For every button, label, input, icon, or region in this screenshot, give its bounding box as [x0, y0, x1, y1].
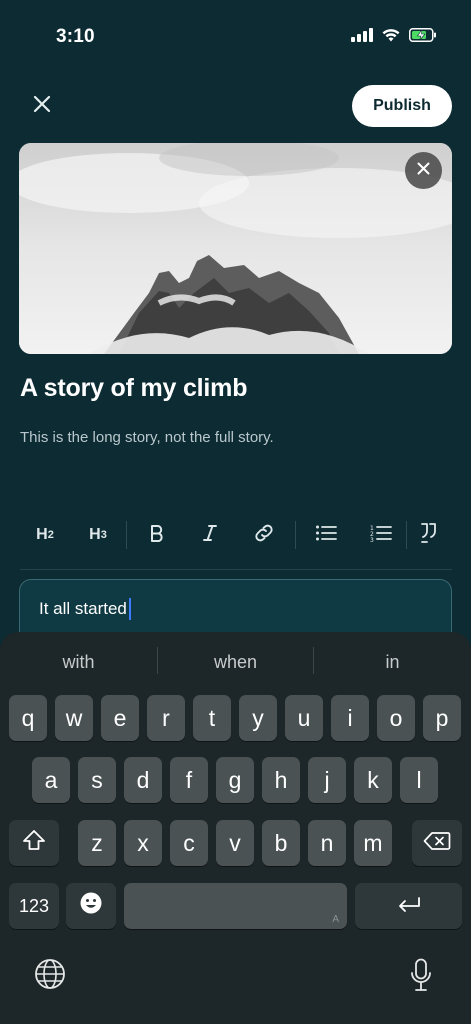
key-i[interactable]: i — [331, 695, 369, 741]
dictation-button[interactable] — [405, 958, 437, 996]
backspace-icon — [423, 830, 451, 857]
close-button[interactable] — [22, 86, 62, 126]
status-time: 3:10 — [56, 26, 95, 47]
key-n[interactable]: n — [308, 820, 346, 866]
battery-charging-icon — [409, 28, 437, 47]
publish-button[interactable]: Publish — [352, 85, 452, 127]
suggestion-3[interactable]: in — [314, 648, 471, 676]
emoji-icon — [79, 891, 103, 921]
formatting-toolbar: H2 H3 123 — [20, 514, 454, 556]
editor-text: It all started — [39, 599, 127, 618]
suggestion-2[interactable]: when — [158, 648, 313, 676]
key-v[interactable]: v — [216, 820, 254, 866]
bold-button[interactable] — [127, 514, 187, 556]
italic-icon — [202, 524, 218, 547]
wifi-icon — [381, 28, 401, 47]
story-subtitle[interactable]: This is the long story, not the full sto… — [20, 429, 274, 446]
text-caret — [128, 598, 131, 620]
shift-icon — [22, 829, 46, 857]
globe-icon — [34, 958, 66, 995]
key-l[interactable]: l — [400, 757, 438, 803]
toolbar-divider-line — [20, 569, 452, 570]
key-z[interactable]: z — [78, 820, 116, 866]
svg-text:3: 3 — [370, 537, 374, 542]
remove-cover-button[interactable] — [405, 152, 442, 189]
quote-icon — [420, 522, 438, 549]
quote-button[interactable] — [407, 514, 451, 556]
link-icon — [253, 522, 275, 549]
key-w[interactable]: w — [55, 695, 93, 741]
space-hint: A — [332, 914, 339, 925]
editor-content[interactable]: It all started — [39, 598, 131, 620]
bullet-list-icon — [315, 524, 337, 547]
emoji-key[interactable] — [66, 883, 116, 929]
key-e[interactable]: e — [101, 695, 139, 741]
close-icon — [417, 162, 430, 180]
key-u[interactable]: u — [285, 695, 323, 741]
key-g[interactable]: g — [216, 757, 254, 803]
microphone-icon — [410, 958, 432, 997]
key-d[interactable]: d — [124, 757, 162, 803]
key-m[interactable]: m — [354, 820, 392, 866]
numbers-key[interactable]: 123 — [9, 883, 59, 929]
key-r[interactable]: r — [147, 695, 185, 741]
heading-2-button[interactable]: H2 — [20, 514, 70, 556]
suggestion-1[interactable]: with — [0, 648, 157, 676]
close-icon — [33, 95, 51, 118]
shift-key[interactable] — [9, 820, 59, 866]
key-a[interactable]: a — [32, 757, 70, 803]
key-p[interactable]: p — [423, 695, 461, 741]
numbered-list-icon: 123 — [370, 524, 392, 547]
key-t[interactable]: t — [193, 695, 231, 741]
cover-image — [19, 143, 452, 354]
bullet-list-button[interactable] — [296, 514, 356, 556]
link-button[interactable] — [233, 514, 295, 556]
key-x[interactable]: x — [124, 820, 162, 866]
globe-button[interactable] — [32, 958, 68, 994]
status-icons — [351, 28, 437, 47]
key-s[interactable]: s — [78, 757, 116, 803]
key-b[interactable]: b — [262, 820, 300, 866]
story-title[interactable]: A story of my climb — [20, 374, 247, 403]
key-y[interactable]: y — [239, 695, 277, 741]
key-h[interactable]: h — [262, 757, 300, 803]
key-q[interactable]: q — [9, 695, 47, 741]
key-o[interactable]: o — [377, 695, 415, 741]
heading-3-button[interactable]: H3 — [70, 514, 126, 556]
numbered-list-button[interactable]: 123 — [356, 514, 406, 556]
space-key[interactable]: A — [124, 883, 347, 929]
bold-icon — [149, 524, 165, 547]
key-k[interactable]: k — [354, 757, 392, 803]
return-key[interactable] — [355, 883, 462, 929]
backspace-key[interactable] — [412, 820, 462, 866]
key-j[interactable]: j — [308, 757, 346, 803]
cellular-signal-icon — [351, 28, 373, 47]
key-c[interactable]: c — [170, 820, 208, 866]
return-icon — [396, 893, 422, 920]
italic-button[interactable] — [187, 514, 233, 556]
key-f[interactable]: f — [170, 757, 208, 803]
